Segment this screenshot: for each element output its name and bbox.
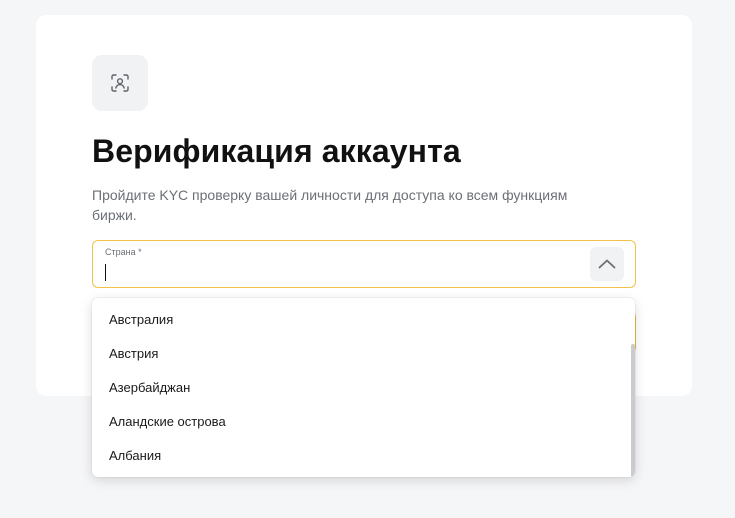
country-dropdown-list[interactable]: Австралия Австрия Азербайджан Аландские … bbox=[92, 298, 635, 477]
country-select[interactable]: Страна * bbox=[92, 240, 636, 288]
country-option[interactable]: Азербайджан bbox=[92, 371, 630, 405]
chevron-up-icon bbox=[598, 259, 616, 269]
country-option[interactable]: Албания bbox=[92, 439, 630, 473]
text-caret bbox=[105, 264, 106, 281]
page-title: Верификация аккаунта bbox=[92, 133, 461, 169]
face-scan-icon-box bbox=[92, 55, 148, 111]
country-option[interactable]: Австрия bbox=[92, 337, 630, 371]
country-option[interactable]: Австралия bbox=[92, 303, 630, 337]
country-option[interactable]: Аландские острова bbox=[92, 405, 630, 439]
face-scan-icon bbox=[111, 74, 129, 92]
page-subtitle: Пройдите KYC проверку вашей личности для… bbox=[92, 187, 568, 223]
page: Верификация аккаунта Пройдите KYC провер… bbox=[0, 0, 735, 518]
dropdown-toggle-button[interactable] bbox=[590, 247, 624, 281]
dropdown-scrollbar[interactable] bbox=[631, 344, 635, 477]
country-field-label: Страна * bbox=[105, 247, 142, 257]
